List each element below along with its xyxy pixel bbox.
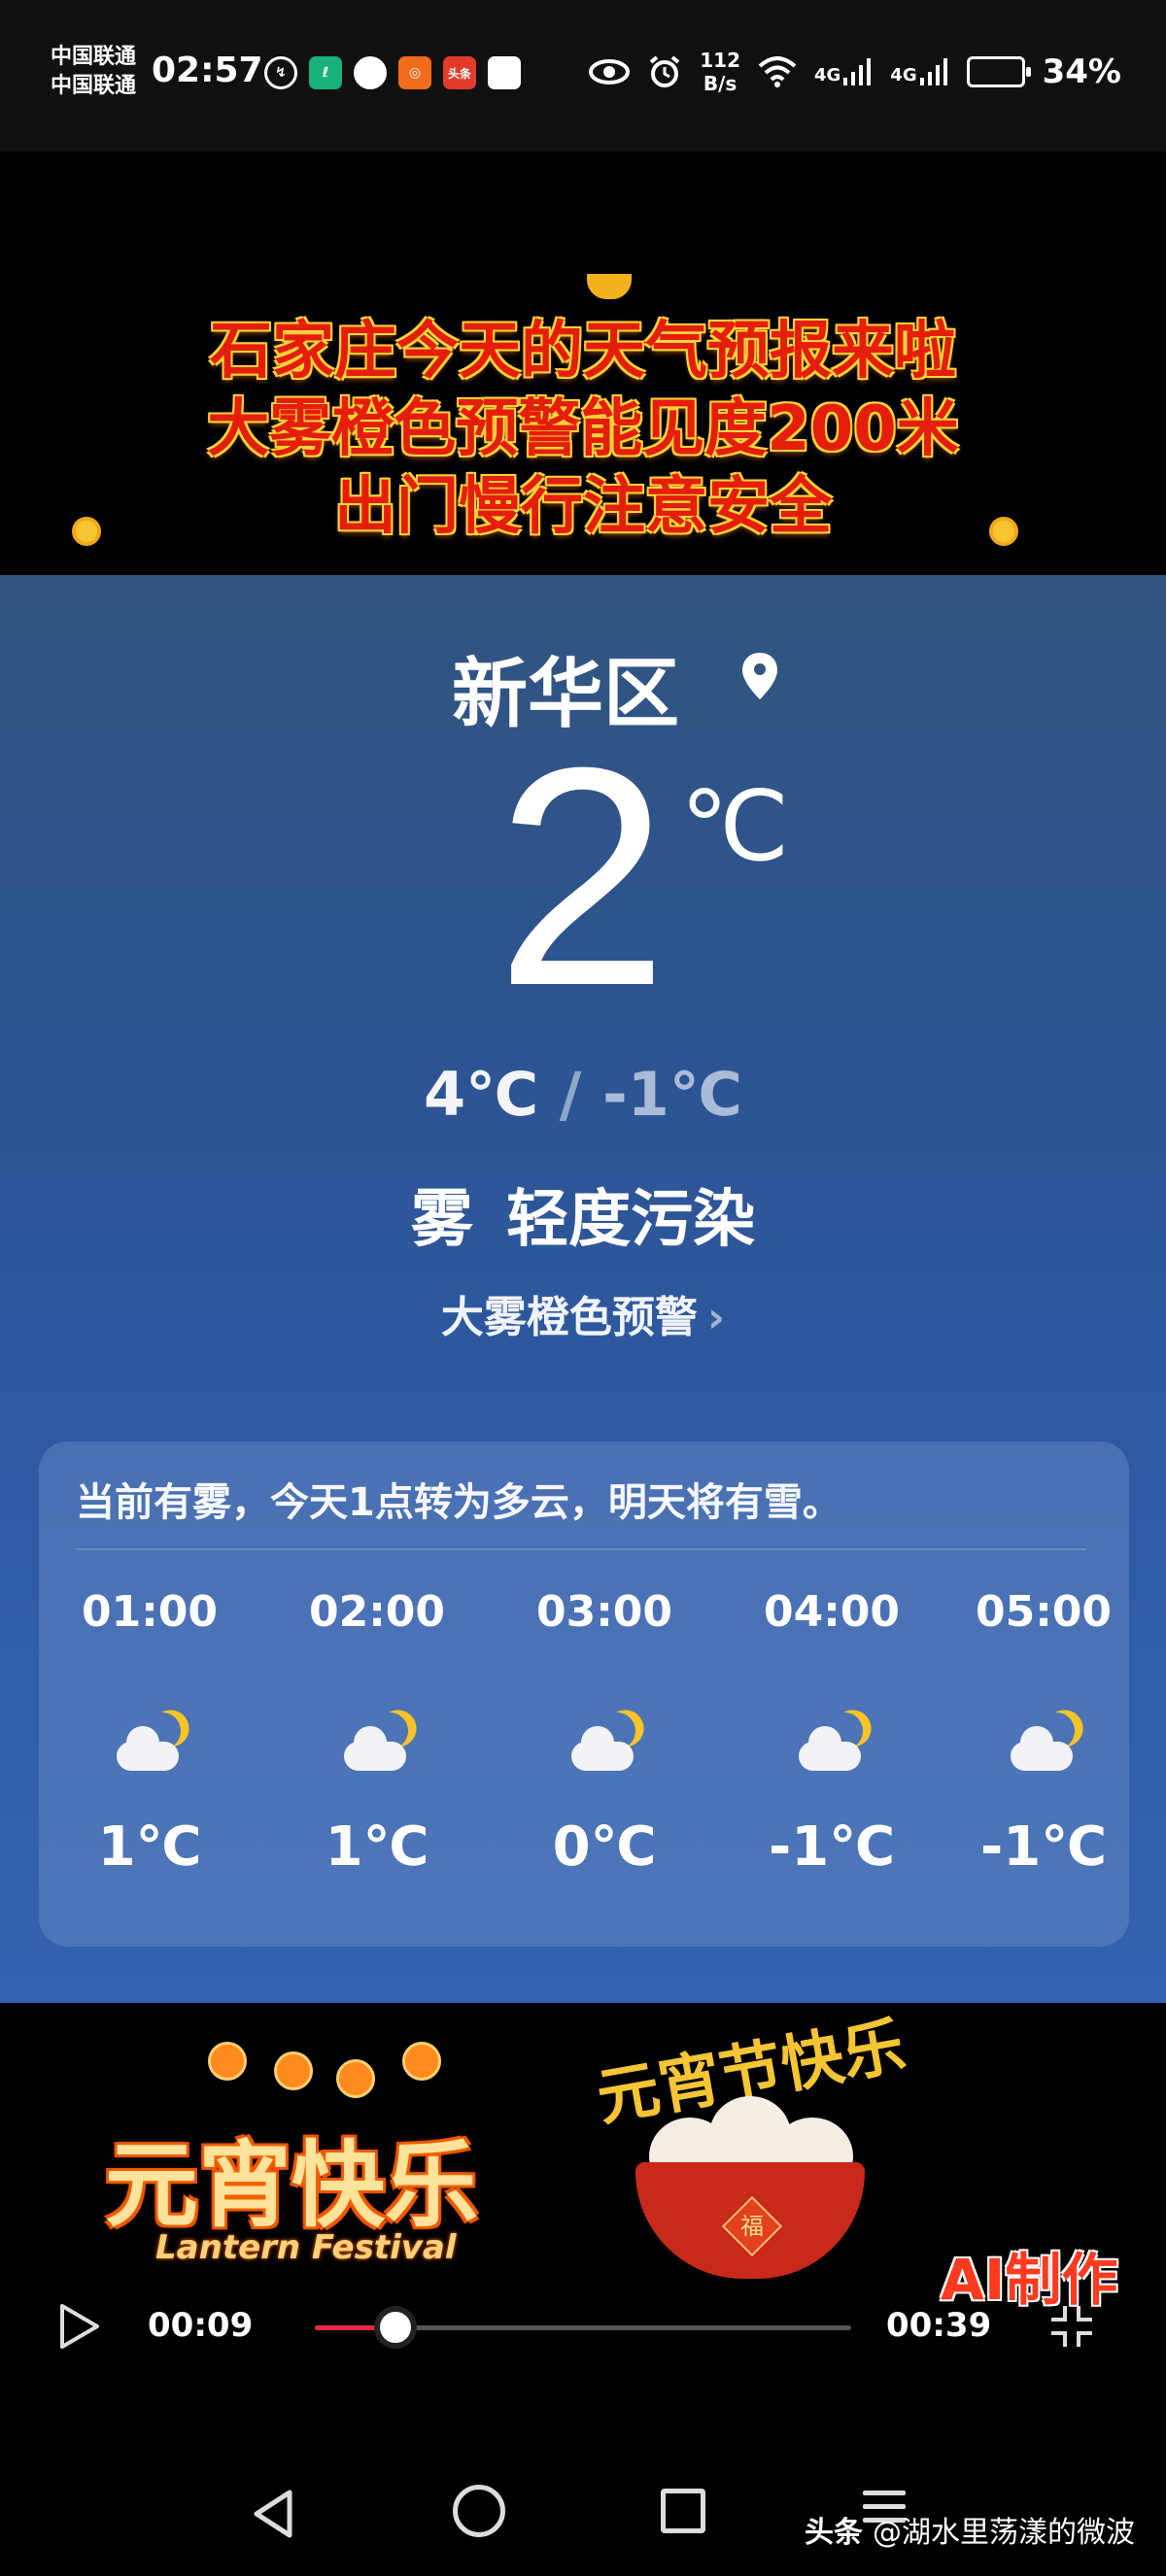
hour-temp: 1℃	[325, 1815, 429, 1879]
fu-emblem: 福	[721, 2195, 783, 2257]
moon-cloud-icon	[338, 1712, 416, 1780]
battery-icon	[966, 56, 1031, 87]
moon-cloud-icon	[566, 1712, 643, 1780]
total-time: 00:39	[886, 2306, 992, 2345]
hour-temp: -1℃	[979, 1815, 1108, 1879]
hour-time: 04:00	[763, 1587, 901, 1637]
temperature-unit: ℃	[680, 772, 790, 881]
banner-text: 石家庄今天的天气预报来啦 大雾橙色预警能见度200米 出门慢行注意安全	[0, 313, 1166, 546]
system-icons: 112 B/s 4G 4G 34%	[589, 49, 1121, 95]
moon-cloud-icon	[1005, 1712, 1082, 1780]
hourly-item: 04:00 -1℃	[744, 1587, 919, 1879]
watermark-app: 头条	[805, 2516, 863, 2550]
battery-percent: 34%	[1042, 52, 1121, 91]
navigation-bar: 头条 @湖水里荡漾的微波	[0, 2360, 1166, 2576]
eye-icon	[589, 59, 631, 85]
hourly-forecast-card[interactable]: 当前有雾，今天1点转为多云，明天将有雪。 01:00 1℃ 02:00 1℃ 0…	[39, 1441, 1129, 1947]
smiley-icon	[274, 2051, 313, 2090]
chat-bubble-icon	[354, 56, 387, 89]
hour-temp: 0℃	[552, 1815, 657, 1879]
hour-time: 05:00	[975, 1587, 1113, 1637]
hourly-item: 02:00 1℃	[290, 1587, 464, 1879]
app-orange-icon: ◎	[398, 56, 431, 89]
hour-time: 02:00	[308, 1587, 446, 1637]
app-green-icon: ℓ	[309, 56, 342, 89]
play-icon[interactable]	[56, 2302, 101, 2351]
hour-temp: 1℃	[97, 1815, 202, 1879]
smiley-icon	[208, 2042, 247, 2081]
chevron-right-icon: ›	[706, 1293, 726, 1342]
current-time: 00:09	[148, 2306, 254, 2345]
wifi-icon	[758, 56, 797, 87]
signal-bars-icon	[843, 58, 872, 85]
carrier-2: 中国联通	[51, 74, 137, 98]
exit-fullscreen-icon[interactable]	[1046, 2300, 1098, 2353]
net-speed: 112 B/s	[700, 49, 740, 95]
carrier-labels: 中国联通 中国联通	[51, 43, 136, 101]
location-pin-icon[interactable]	[740, 651, 779, 701]
net-speed-value: 112	[700, 49, 740, 72]
weather-condition: 雾 轻度污染	[410, 1184, 756, 1256]
weather-warning-link[interactable]: 大雾橙色预警 ›	[0, 1282, 1166, 1344]
banner-line-3: 出门慢行注意安全	[334, 471, 832, 543]
smiley-icon	[336, 2059, 375, 2098]
hour-temp: -1℃	[768, 1815, 896, 1879]
signal-1-label: 4G	[813, 65, 841, 85]
bowl-char: 福	[740, 2213, 764, 2240]
hourly-item: 03:00 0℃	[517, 1587, 692, 1879]
toutiao-icon: 头条	[443, 56, 476, 89]
watermark-author: @湖水里荡漾的微波	[873, 2516, 1135, 2550]
high-temp: 4℃	[423, 1059, 539, 1130]
warning-label: 大雾橙色预警	[440, 1293, 698, 1342]
back-icon[interactable]	[251, 2489, 295, 2539]
hour-time: 01:00	[81, 1587, 219, 1637]
moon-cloud-icon	[793, 1712, 871, 1780]
current-temperature: 2	[496, 702, 669, 1050]
signal-1: 4G	[814, 58, 873, 85]
divider	[76, 1548, 1086, 1550]
status-bar: 中国联通 中国联通 02:57 ↯ ℓ ◎ 头条 112 B/s 4G 4G 3…	[0, 0, 1166, 152]
forecast-banner: 石家庄今天的天气预报来啦 大雾橙色预警能见度200米 出门慢行注意安全	[0, 254, 1166, 575]
low-temp: -1℃	[602, 1059, 742, 1130]
signal-bars-icon	[919, 58, 947, 85]
progress-thumb[interactable]	[373, 2306, 417, 2349]
video-controls: 00:09 00:39	[0, 2292, 1166, 2360]
toutiao-icon-text: 头条	[447, 66, 471, 81]
bag-icon	[488, 56, 521, 89]
weather-panel: 新华区 2 ℃ 4℃ / -1℃ 雾 轻度污染 大雾橙色预警 › 当前有雾，今天1…	[0, 575, 1166, 2003]
lantern-title: 元宵快乐	[105, 2131, 478, 2240]
home-icon[interactable]	[453, 2485, 505, 2537]
carrier-1: 中国联通	[51, 45, 137, 69]
status-time: 02:57	[152, 51, 263, 90]
moon-cloud-icon	[111, 1712, 189, 1780]
hourly-item: 05:00 -1℃	[956, 1587, 1129, 1879]
banner-line-2: 大雾橙色预警能见度200米	[207, 393, 959, 465]
gold-ingot-icon	[587, 274, 632, 299]
alarm-icon	[649, 55, 680, 87]
hour-time: 03:00	[535, 1587, 673, 1637]
bowl-icon: 福	[635, 2162, 865, 2279]
signal-2-label: 4G	[890, 65, 917, 85]
watermark: 头条 @湖水里荡漾的微波	[805, 2508, 1135, 2551]
hourly-item: 01:00 1℃	[62, 1587, 237, 1879]
banner-line-1: 石家庄今天的天气预报来啦	[210, 316, 956, 388]
forecast-summary: 当前有雾，今天1点转为多云，明天将有雪。	[76, 1480, 841, 1525]
smiley-icon	[402, 2042, 441, 2081]
signal-2: 4G	[890, 58, 948, 85]
notification-icons: ↯ ℓ ◎ 头条	[264, 56, 521, 89]
lantern-subtitle: Lantern Festival	[155, 2228, 457, 2267]
high-low-temperature: 4℃ / -1℃	[0, 1059, 1166, 1130]
hilo-separator: /	[559, 1059, 582, 1130]
progress-slider[interactable]	[315, 2306, 851, 2349]
net-speed-unit: B/s	[703, 72, 737, 95]
recent-apps-icon[interactable]	[661, 2489, 705, 2533]
data-saver-icon: ↯	[264, 56, 297, 89]
